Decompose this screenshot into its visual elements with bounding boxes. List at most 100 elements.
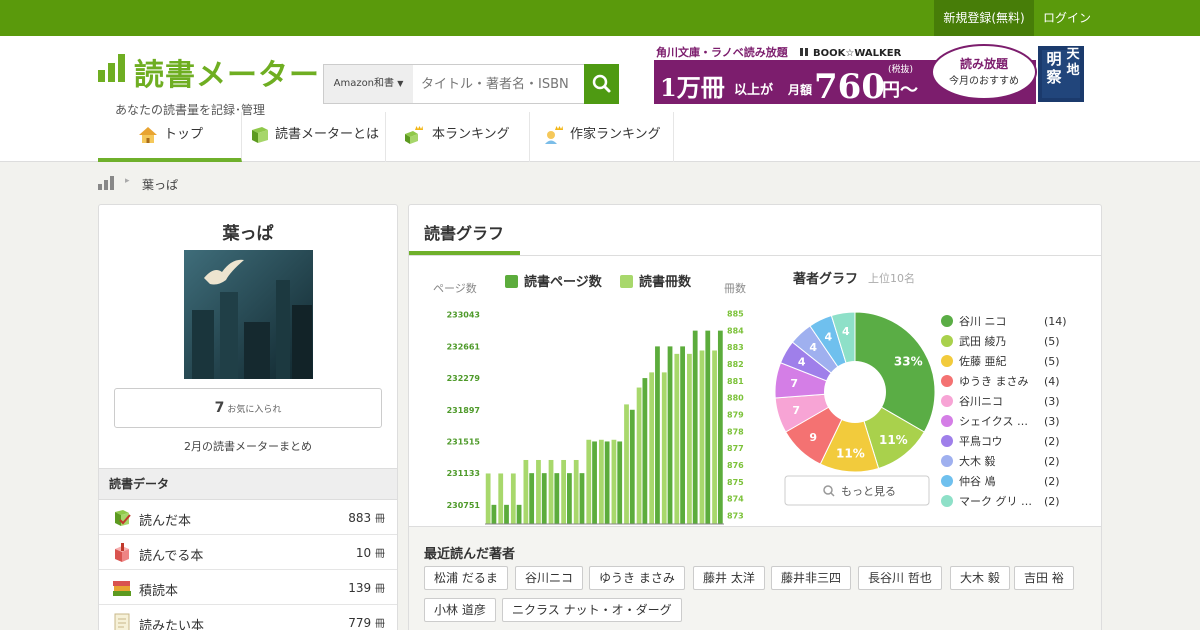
legend-author-name[interactable]: シェイクス …	[959, 415, 1028, 428]
bar-books[interactable]	[624, 404, 629, 524]
author-tag[interactable]: 小林 道彦	[424, 598, 496, 622]
bar-pages[interactable]	[717, 330, 723, 524]
author-tag[interactable]: 谷川ニコ	[515, 566, 584, 590]
bookwalker-ad-banner[interactable]: 角川文庫・ラノベ読み放題 BOOK☆WALKER 1万冊 以上が 月額 760 …	[654, 44, 1086, 104]
bar-books[interactable]	[548, 459, 554, 524]
bar-books[interactable]	[649, 372, 655, 524]
search-category-select[interactable]: Amazon和書 ▼	[323, 64, 414, 104]
search-button[interactable]	[584, 64, 619, 104]
bar-pages[interactable]	[655, 346, 660, 524]
more-button[interactable]: もっと見る	[784, 475, 930, 506]
home-bars-icon[interactable]	[98, 176, 116, 190]
legend-author-name[interactable]: 平鳥コウ	[959, 434, 1003, 448]
bar-pages[interactable]	[692, 330, 698, 524]
banner-book-d: 地	[1066, 62, 1079, 78]
data-row-reading[interactable]: 読んでる本 10 冊	[99, 535, 397, 570]
bar-books[interactable]	[536, 459, 541, 524]
bar-books[interactable]	[485, 473, 491, 524]
author-tag[interactable]: ニクラス ナット・オ・ダーグ	[502, 598, 682, 622]
search-input[interactable]	[413, 64, 585, 104]
bar-books[interactable]	[661, 372, 667, 524]
legend-color-dot	[941, 435, 953, 447]
legend-author-name[interactable]: 谷川ニコ	[959, 395, 1003, 408]
bar-pages[interactable]	[617, 441, 623, 524]
author-tag[interactable]: 藤井 太洋	[693, 566, 765, 590]
legend-author-name[interactable]: ゆうき まさみ	[959, 375, 1029, 388]
author-tag[interactable]: 藤井非三四	[771, 566, 852, 590]
bar-books[interactable]	[674, 353, 680, 524]
legend-author-name[interactable]: 大木 毅	[959, 454, 996, 468]
bar-pages[interactable]	[541, 473, 547, 524]
legend-author-name[interactable]: 仲谷 鳰	[959, 474, 996, 488]
active-tab-underline	[409, 251, 520, 255]
y-tick-label-right: 873	[727, 512, 744, 521]
nav-item-about[interactable]: 読書メーターとは	[242, 112, 386, 162]
bar-pages[interactable]	[516, 504, 522, 524]
bar-books[interactable]	[510, 473, 516, 524]
monthly-summary-link[interactable]: 2月の読書メーターまとめ	[99, 438, 397, 454]
legend-author-count: (2)	[1044, 495, 1060, 508]
bar-books[interactable]	[498, 473, 504, 524]
banner-book-b: 察	[1045, 68, 1062, 86]
bar-books[interactable]	[636, 387, 642, 524]
data-row-wishlist[interactable]: 読みたい本 779 冊	[99, 605, 397, 630]
bar-books[interactable]	[523, 459, 529, 524]
bar-books[interactable]	[586, 439, 592, 524]
recent-authors-section: 最近読んだ著者 松浦 だるま 谷川ニコ ゆうき まさみ 藤井 太洋 藤井非三四 …	[409, 526, 1101, 630]
graph-title[interactable]: 読書グラフ	[424, 220, 504, 244]
bar-books[interactable]	[712, 350, 717, 524]
site-logo[interactable]: 読書メーター あなたの読書量を記録･管理	[98, 50, 319, 117]
login-link[interactable]: ログイン	[1034, 0, 1100, 36]
bar-pages[interactable]	[642, 378, 648, 524]
author-tag[interactable]: 長谷川 哲也	[858, 566, 942, 590]
nav-item-top[interactable]: トップ	[98, 112, 242, 162]
y-tick-label-right: 877	[727, 444, 744, 453]
bar-pages[interactable]	[592, 441, 597, 524]
author-tag[interactable]: 吉田 裕	[1014, 566, 1074, 590]
pie-slice-label: 4	[824, 331, 832, 344]
bar-pages[interactable]	[667, 346, 673, 524]
bar-pages[interactable]	[504, 504, 509, 524]
favorites-box[interactable]: 7 お気に入られ	[114, 388, 382, 428]
legend-author-name[interactable]: マーク グリ …	[959, 494, 1032, 508]
bar-books[interactable]	[699, 350, 705, 524]
nav-item-author-ranking[interactable]: 作家ランキング	[530, 112, 674, 162]
banner-top-line: 角川文庫・ラノベ読み放題	[656, 45, 789, 59]
data-row-tsundoku[interactable]: 積読本 139 冊	[99, 570, 397, 605]
legend-label-pages: 読書ページ数	[524, 274, 603, 290]
bar-pages[interactable]	[604, 441, 610, 524]
nav-item-book-ranking[interactable]: 本ランキング	[386, 112, 530, 162]
bar-pages[interactable]	[629, 409, 635, 524]
author-tag[interactable]: 大木 毅	[950, 566, 1010, 590]
legend-author-name[interactable]: 佐藤 亜紀	[959, 354, 1007, 368]
legend-author-name[interactable]: 谷川 ニコ	[959, 315, 1007, 328]
legend-author-count: (14)	[1044, 315, 1067, 328]
legend-color-dot	[941, 495, 953, 507]
bar-books[interactable]	[611, 439, 617, 524]
author-tag[interactable]: ゆうき まさみ	[589, 566, 685, 590]
bar-pages[interactable]	[705, 330, 711, 524]
bar-pages[interactable]	[529, 473, 535, 524]
y-tick-label-right: 881	[727, 377, 744, 386]
banner-brand: BOOK☆WALKER	[813, 48, 902, 59]
bar-books[interactable]	[687, 353, 692, 524]
bar-books[interactable]	[561, 459, 567, 524]
pie-slice-label: 33%	[894, 354, 923, 368]
bar-pages[interactable]	[579, 473, 585, 524]
bar-books[interactable]	[573, 459, 579, 524]
signup-link[interactable]: 新規登録(無料)	[934, 0, 1034, 36]
author-tag[interactable]: 松浦 だるま	[424, 566, 508, 590]
breadcrumb-current: 葉っぱ	[142, 178, 179, 192]
data-row-label: 読んでる本	[139, 549, 204, 564]
bar-pages[interactable]	[680, 346, 685, 524]
bar-pages[interactable]	[567, 473, 572, 524]
bar-pages[interactable]	[554, 473, 560, 524]
bar-books[interactable]	[598, 439, 604, 524]
avatar[interactable]	[184, 250, 313, 379]
banner-bubble-a: 読み放題	[960, 56, 1009, 71]
y-tick-label-right: 885	[727, 309, 744, 318]
bar-pages[interactable]	[491, 504, 497, 524]
home-icon	[139, 127, 157, 143]
legend-author-name[interactable]: 武田 綾乃	[959, 335, 1007, 348]
data-row-read[interactable]: 読んだ本 883 冊	[99, 500, 397, 535]
